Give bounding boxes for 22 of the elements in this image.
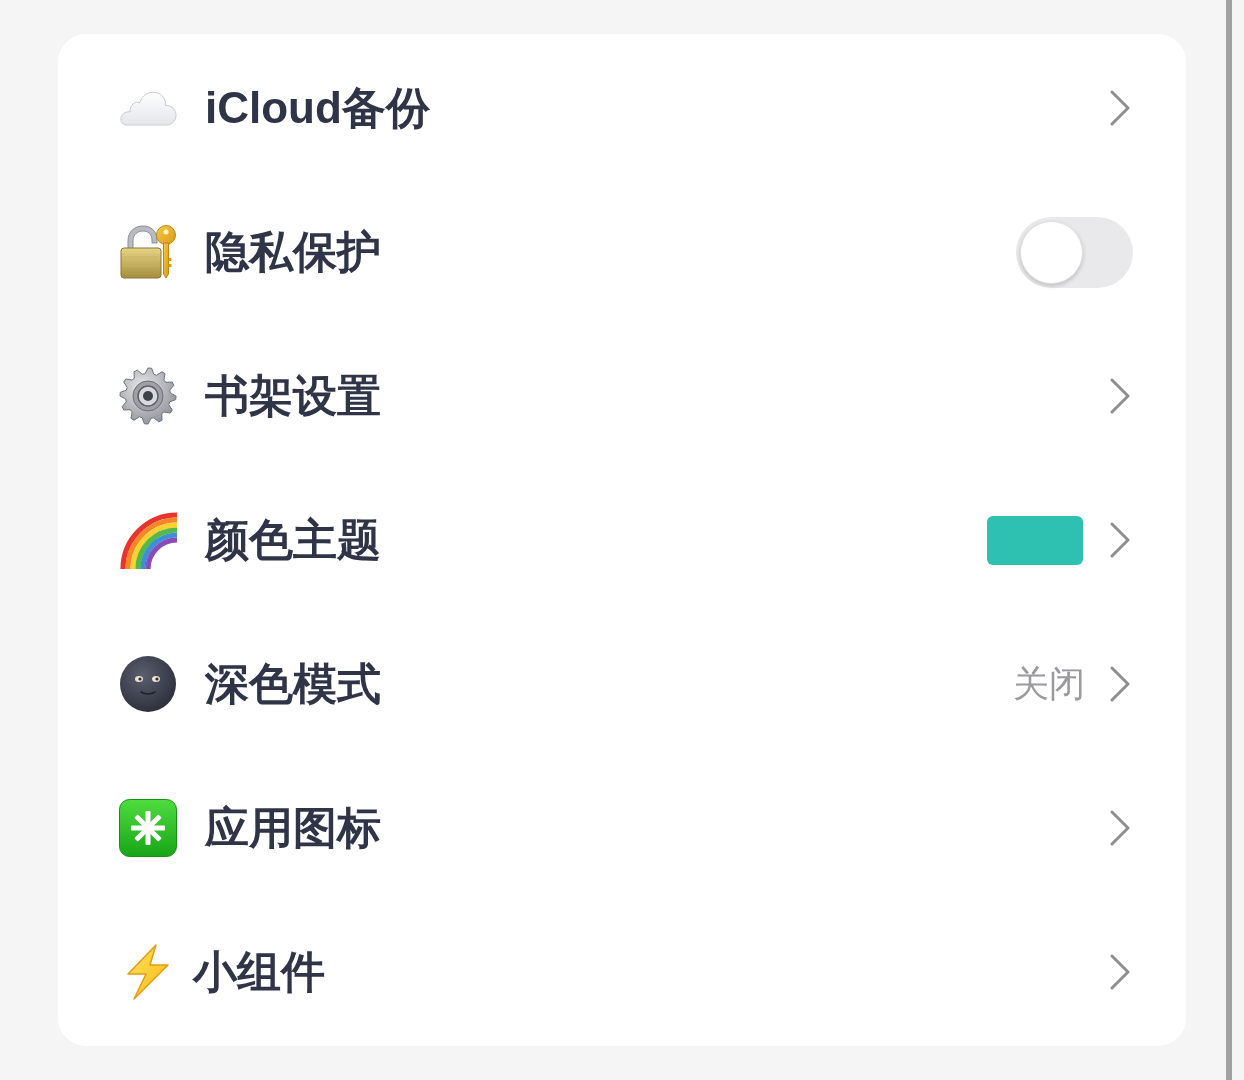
chevron-right-icon[interactable] [1110, 810, 1130, 846]
rainbow-icon [119, 511, 177, 569]
chevron-right-icon[interactable] [1110, 666, 1130, 702]
chevron-right-icon[interactable] [1110, 522, 1130, 558]
padlock-key-icon [119, 224, 177, 280]
scrollbar[interactable] [1226, 0, 1232, 1080]
setting-label[interactable]: 应用图标 [205, 806, 381, 850]
setting-label[interactable]: 隐私保护 [205, 230, 381, 274]
chevron-right-icon[interactable] [1110, 90, 1130, 126]
gear-icon [119, 367, 177, 425]
setting-label[interactable]: iCloud备份 [205, 86, 430, 130]
setting-label[interactable]: 颜色主题 [205, 518, 381, 562]
setting-label[interactable]: 深色模式 [205, 662, 381, 706]
setting-value: 关闭 [1013, 666, 1085, 702]
cloud-icon [119, 90, 177, 126]
asterisk-square-icon [119, 799, 177, 857]
chevron-right-icon[interactable] [1110, 954, 1130, 990]
setting-label[interactable]: 书架设置 [205, 374, 381, 418]
chevron-right-icon[interactable] [1110, 378, 1130, 414]
setting-label[interactable]: 小组件 [193, 950, 325, 994]
moon-icon [119, 655, 177, 713]
lightning-bolt-icon [124, 944, 170, 1000]
